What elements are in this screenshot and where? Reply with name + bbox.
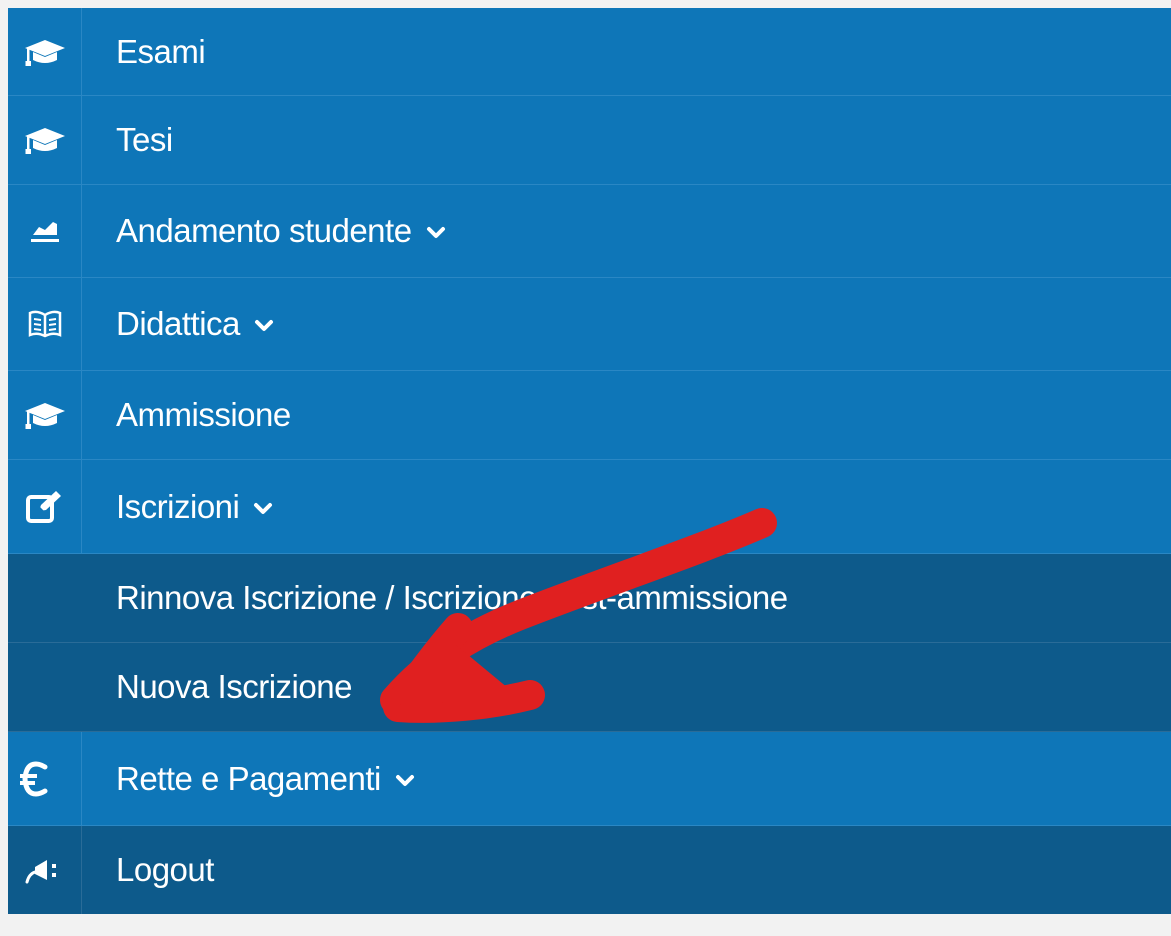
edit-icon <box>8 460 82 553</box>
menu-item-label: Didattica <box>116 305 274 343</box>
menu-item-label: Rette e Pagamenti <box>116 760 415 798</box>
area-chart-icon <box>8 185 82 277</box>
submenu-item-rinnova-iscrizione[interactable]: Rinnova Iscrizione / Iscrizione post-amm… <box>8 554 1171 643</box>
menu-item-iscrizioni[interactable]: Iscrizioni <box>8 460 1171 554</box>
menu-item-didattica[interactable]: Didattica <box>8 278 1171 371</box>
submenu-item-nuova-iscrizione[interactable]: Nuova Iscrizione <box>8 643 1171 732</box>
menu-item-label: Nuova Iscrizione <box>116 668 352 705</box>
graduation-cap-icon <box>8 96 82 184</box>
graduation-cap-icon <box>8 371 82 459</box>
euro-icon <box>8 732 82 825</box>
chevron-down-icon <box>426 226 446 240</box>
sidebar-menu: Esami Tesi Andamento studente Didattica … <box>8 8 1171 914</box>
menu-item-label: Ammissione <box>116 396 291 433</box>
graduation-cap-icon <box>8 8 82 95</box>
menu-item-label: Logout <box>116 851 214 888</box>
menu-item-tesi[interactable]: Tesi <box>8 96 1171 185</box>
menu-item-label: Rinnova Iscrizione / Iscrizione post-amm… <box>116 579 788 616</box>
menu-item-label: Andamento studente <box>116 212 446 250</box>
menu-item-label: Tesi <box>116 121 173 158</box>
menu-item-label: Iscrizioni <box>116 488 273 526</box>
chevron-down-icon <box>253 502 273 516</box>
logout-plug-icon <box>8 826 82 914</box>
menu-item-ammissione[interactable]: Ammissione <box>8 371 1171 460</box>
book-icon <box>8 278 82 370</box>
menu-item-andamento-studente[interactable]: Andamento studente <box>8 185 1171 278</box>
menu-item-logout[interactable]: Logout <box>8 826 1171 914</box>
menu-item-esami[interactable]: Esami <box>8 8 1171 96</box>
chevron-down-icon <box>395 774 415 788</box>
menu-item-rette-e-pagamenti[interactable]: Rette e Pagamenti <box>8 732 1171 826</box>
menu-item-label: Esami <box>116 32 206 70</box>
chevron-down-icon <box>254 319 274 333</box>
